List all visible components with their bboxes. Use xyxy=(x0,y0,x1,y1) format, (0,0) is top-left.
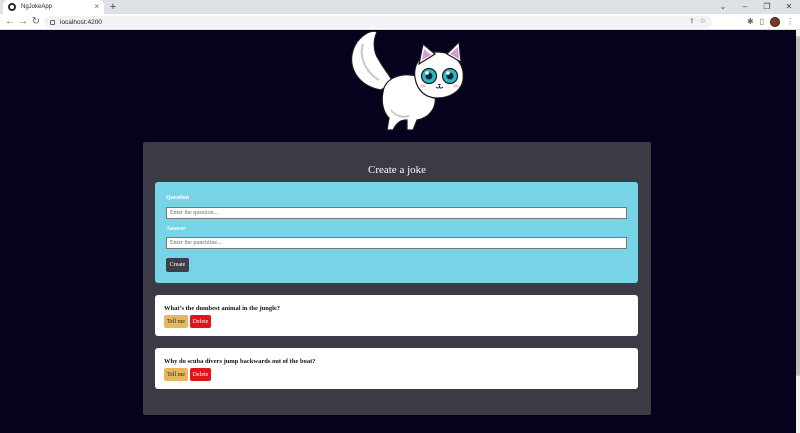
cat-mascot-illustration xyxy=(351,30,464,131)
page-scrollbar[interactable] xyxy=(796,30,800,433)
browser-tab[interactable]: NgJokeApp × xyxy=(3,0,104,14)
scrollbar-thumb[interactable] xyxy=(796,36,800,376)
joke-question: What’s the dumbest animal in the jungle? xyxy=(164,305,281,312)
delete-button[interactable]: Delete xyxy=(190,368,211,381)
answer-input[interactable] xyxy=(166,237,627,249)
angular-favicon-icon xyxy=(8,3,16,11)
star-icon[interactable]: ☆ xyxy=(700,18,706,26)
tell-me-button[interactable]: Tell me xyxy=(164,315,188,328)
address-bar[interactable]: localhost:4200 ⇪ ☆ xyxy=(44,16,712,28)
answer-label: Answer xyxy=(166,226,186,232)
forward-button[interactable]: → xyxy=(17,16,29,28)
delete-button[interactable]: Delete xyxy=(190,315,211,328)
reload-button[interactable]: ↻ xyxy=(30,16,42,28)
create-button[interactable]: Create xyxy=(166,258,189,272)
window-controls: ⌄ – ❐ ✕ xyxy=(712,0,800,14)
joke-question: Why do scuba divers jump backwards out o… xyxy=(164,358,316,365)
tab-search-icon[interactable]: ⌄ xyxy=(712,0,734,14)
minimize-button[interactable]: – xyxy=(734,0,756,14)
back-button[interactable]: ← xyxy=(4,16,16,28)
info-icon[interactable] xyxy=(50,19,55,25)
browser-toolbar: ← → ↻ localhost:4200 ⇪ ☆ ✱ ▯ ⋮ xyxy=(0,14,800,30)
extensions-icon[interactable]: ✱ xyxy=(747,16,754,28)
menu-icon[interactable]: ⋮ xyxy=(786,16,794,28)
close-window-button[interactable]: ✕ xyxy=(778,0,800,14)
joke-card: What’s the dumbest animal in the jungle?… xyxy=(155,295,638,336)
joke-card: Why do scuba divers jump backwards out o… xyxy=(155,348,638,389)
new-tab-button[interactable]: + xyxy=(107,1,119,13)
tell-me-button[interactable]: Tell me xyxy=(164,368,188,381)
page-viewport: Create a joke Question Answer Create Wha… xyxy=(0,30,796,433)
create-joke-form: Question Answer Create xyxy=(155,182,638,283)
url-text[interactable]: localhost:4200 xyxy=(60,19,689,26)
joke-container: Create a joke Question Answer Create Wha… xyxy=(143,142,651,415)
restore-button[interactable]: ❐ xyxy=(756,0,778,14)
question-input[interactable] xyxy=(166,207,627,219)
profile-avatar[interactable] xyxy=(770,17,780,27)
tab-title: NgJokeApp xyxy=(21,4,53,10)
sidebar-icon[interactable]: ▯ xyxy=(760,16,764,28)
question-label: Question xyxy=(166,195,190,201)
page-title: Create a joke xyxy=(367,164,427,176)
tab-close-icon[interactable]: × xyxy=(94,3,99,11)
tab-strip: NgJokeApp × + ⌄ – ❐ ✕ xyxy=(0,0,800,14)
share-icon[interactable]: ⇪ xyxy=(689,18,695,26)
